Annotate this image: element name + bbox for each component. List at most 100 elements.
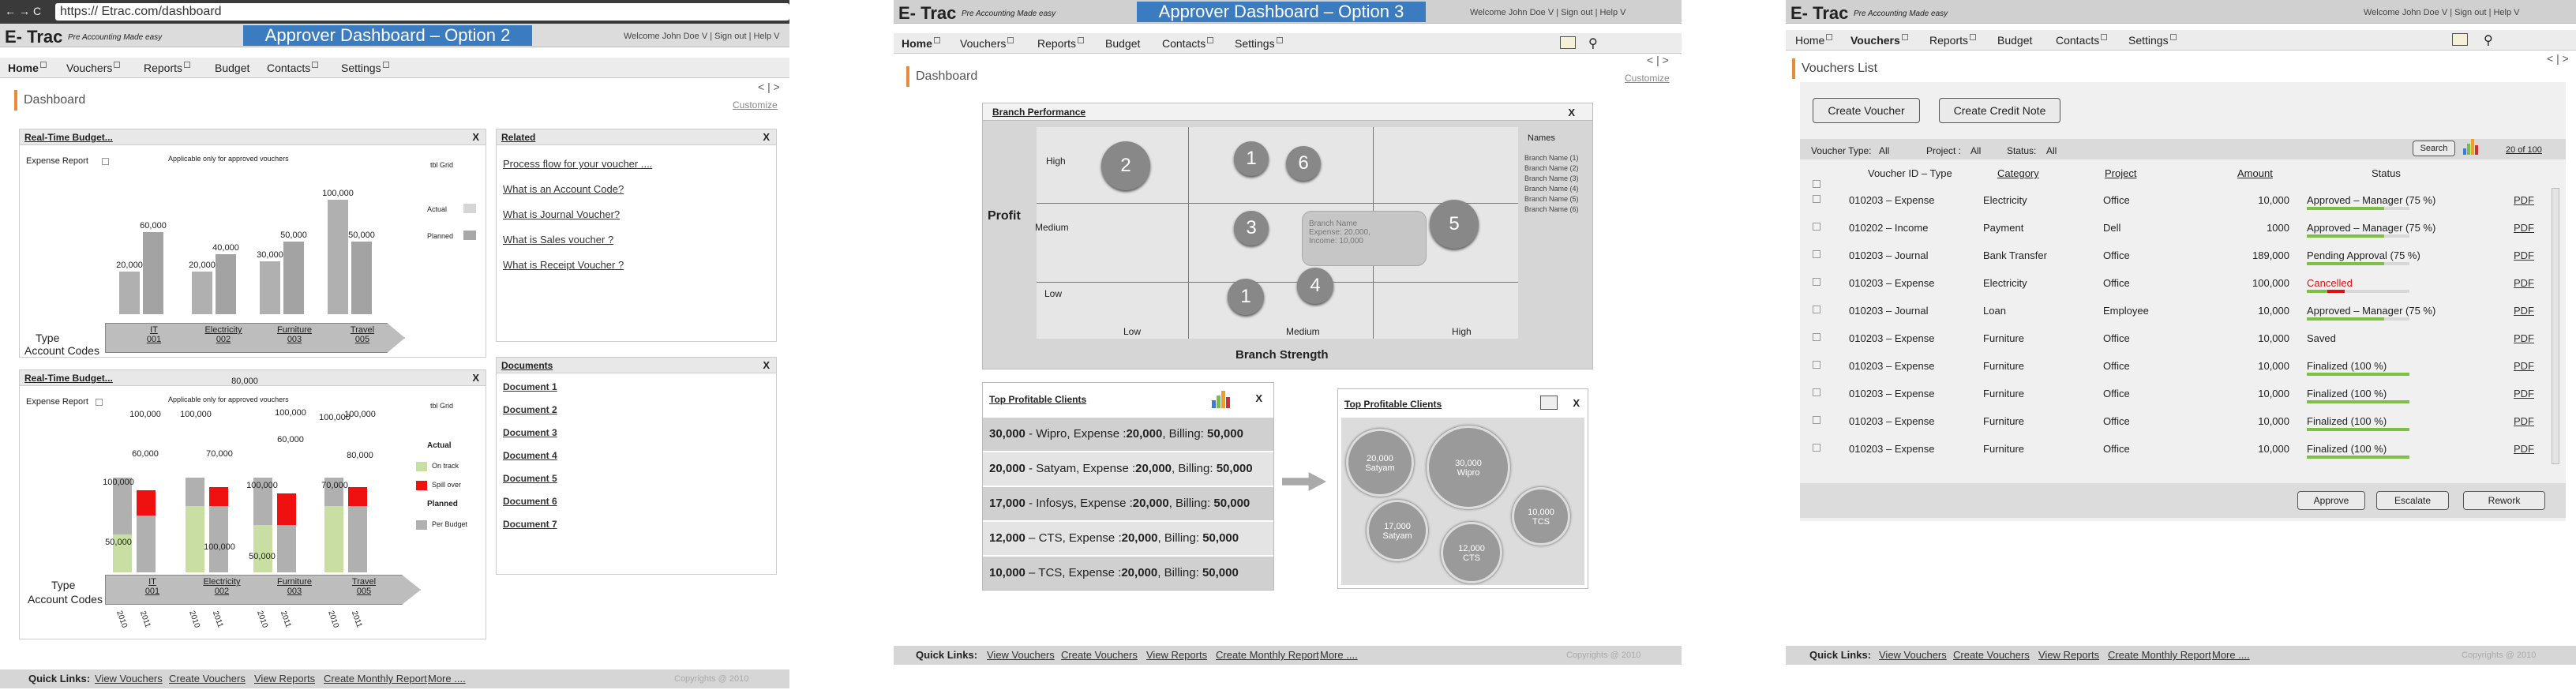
table-row[interactable]: 010202 – Income Payment Dell 1000 Approved –… (1800, 214, 2558, 242)
related-link[interactable]: What is Journal Voucher? (503, 208, 620, 220)
menu-budget[interactable]: Budget (1105, 37, 1140, 50)
table-row[interactable]: 010203 – Expense Furniture Office 10,000 Sav… (1800, 324, 2558, 352)
expense-report-checkbox[interactable] (102, 158, 109, 165)
row-checkbox[interactable] (1813, 361, 1820, 369)
row-checkbox[interactable] (1813, 250, 1820, 258)
menu-settings[interactable]: Settings (341, 62, 389, 74)
page-nav-arrows[interactable]: < | > (2547, 52, 2569, 65)
category-link[interactable]: IT 001 (130, 325, 178, 344)
close-icon[interactable]: X (472, 131, 479, 143)
calendar-icon[interactable] (2452, 33, 2468, 46)
footer-link-view-reports[interactable]: View Reports (2038, 649, 2099, 661)
category-link[interactable]: Furniture 003 (271, 325, 318, 344)
spill-over-bar[interactable] (137, 490, 156, 516)
table-row[interactable]: 010203 – Expense Furniture Office 10,000 Fin… (1800, 380, 2558, 407)
footer-link-view-vouchers[interactable]: View Vouchers (1879, 649, 1947, 661)
actual-bar[interactable] (209, 506, 228, 572)
create-voucher-button[interactable]: Create Voucher (1813, 98, 1920, 123)
spill-over-bar[interactable] (277, 493, 296, 525)
table-row[interactable]: 010203 – Expense Furniture Office 10,000 Fin… (1800, 407, 2558, 435)
search-icon[interactable]: ⚲ (1588, 36, 1598, 51)
client-bubble[interactable]: 17,000 Satyam (1367, 500, 1428, 561)
rework-button[interactable]: Rework (2463, 491, 2545, 510)
widget-title[interactable]: Branch Performance (992, 107, 1086, 118)
widget-title[interactable]: Documents (497, 358, 776, 373)
budget-bar[interactable] (192, 272, 212, 314)
widget-title[interactable]: Real-Time Budget... (20, 129, 486, 145)
menu-home[interactable]: Home (902, 37, 940, 50)
menu-settings[interactable]: Settings (2128, 34, 2177, 47)
menu-vouchers[interactable]: Vouchers (960, 37, 1014, 50)
customize-link[interactable]: Customize (733, 99, 778, 111)
col-amount[interactable]: Amount (2237, 167, 2273, 179)
budget-bar[interactable] (328, 200, 348, 314)
document-link[interactable]: Document 7 (503, 519, 557, 530)
menu-reports[interactable]: Reports (1929, 34, 1977, 47)
chart-view-icon[interactable] (2463, 139, 2480, 156)
pdf-link[interactable]: PDF (2514, 332, 2534, 344)
col-project[interactable]: Project (2105, 167, 2136, 179)
close-icon[interactable]: X (1573, 397, 1580, 409)
footer-link-view-vouchers[interactable]: View Vouchers (987, 649, 1055, 661)
footer-link-view-reports[interactable]: View Reports (1146, 649, 1207, 661)
client-bubble[interactable]: 20,000 Satyam (1346, 429, 1414, 497)
search-button[interactable]: Search (2413, 141, 2455, 156)
branch-bubble[interactable]: 4 (1297, 268, 1333, 304)
budget-bar[interactable] (351, 241, 372, 314)
branch-bubble[interactable]: 3 (1234, 211, 1269, 246)
menu-contacts[interactable]: Contacts (1162, 37, 1214, 50)
branch-bubble[interactable]: 1 (1234, 141, 1269, 176)
footer-link-create-vouchers[interactable]: Create Vouchers (169, 673, 246, 684)
document-link[interactable]: Document 5 (503, 473, 557, 484)
budget-bar[interactable] (283, 241, 304, 314)
col-voucher-id[interactable]: Voucher ID – Type (1868, 167, 1952, 179)
branch-bubble[interactable]: 5 (1430, 200, 1479, 249)
welcome-menu[interactable]: Welcome John Doe V | Sign out | Help V (1470, 8, 1626, 17)
search-icon[interactable]: ⚲ (2484, 32, 2493, 48)
pdf-link[interactable]: PDF (2514, 388, 2534, 399)
client-row[interactable]: 17,000 - Infosys, Expense :20,000, Billi… (983, 487, 1273, 520)
actual-bar[interactable] (348, 506, 367, 572)
approve-button[interactable]: Approve (2297, 491, 2365, 510)
footer-link-view-reports[interactable]: View Reports (254, 673, 315, 684)
pdf-link[interactable]: PDF (2514, 415, 2534, 427)
footer-link-more[interactable]: More .... (428, 673, 466, 684)
actual-bar[interactable] (137, 516, 156, 572)
voucher-type-select[interactable]: All (1879, 145, 1889, 156)
pdf-link[interactable]: PDF (2514, 360, 2534, 372)
menu-vouchers[interactable]: Vouchers (1850, 34, 1908, 47)
client-row[interactable]: 10,000 – TCS, Expense :20,000, Billing: … (983, 557, 1273, 590)
related-link[interactable]: What is an Account Code? (503, 183, 624, 195)
budget-bar[interactable] (143, 232, 163, 314)
category-link[interactable]: Furniture 003 (271, 577, 318, 596)
footer-link-create-vouchers[interactable]: Create Vouchers (1061, 649, 1138, 661)
table-row[interactable]: 010203 – Journal Loan Employee 10,000 Approv… (1800, 297, 2558, 324)
actual-bar[interactable] (277, 525, 296, 572)
footer-link-monthly-report[interactable]: Create Monthly Report (324, 673, 427, 684)
on-track-bar[interactable] (324, 506, 343, 572)
menu-reports[interactable]: Reports (144, 62, 191, 74)
expense-report-checkbox[interactable] (96, 399, 103, 406)
row-checkbox[interactable] (1813, 306, 1820, 313)
category-link[interactable]: Electricity 002 (200, 325, 247, 344)
widget-title[interactable]: Top Profitable Clients (989, 394, 1086, 405)
footer-link-monthly-report[interactable]: Create Monthly Report (1216, 649, 1319, 661)
menu-contacts[interactable]: Contacts (267, 62, 319, 74)
document-link[interactable]: Document 2 (503, 404, 557, 415)
row-checkbox[interactable] (1813, 223, 1820, 231)
menu-budget[interactable]: Budget (215, 62, 249, 74)
menu-home[interactable]: Home (8, 62, 47, 74)
document-link[interactable]: Document 1 (503, 381, 557, 392)
browser-nav-icons[interactable]: ←→C (5, 5, 44, 17)
close-icon[interactable]: X (763, 131, 770, 143)
pdf-link[interactable]: PDF (2514, 249, 2534, 261)
col-status[interactable]: Status (2372, 167, 2401, 179)
pdf-link[interactable]: PDF (2514, 443, 2534, 455)
spill-over-bar[interactable] (209, 487, 228, 506)
row-checkbox[interactable] (1813, 388, 1820, 396)
pdf-link[interactable]: PDF (2514, 277, 2534, 289)
client-bubble[interactable]: 10,000 TCS (1512, 487, 1570, 546)
row-checkbox[interactable] (1813, 195, 1820, 203)
category-link[interactable]: Travel 005 (340, 577, 388, 596)
calendar-icon[interactable] (1560, 36, 1576, 49)
